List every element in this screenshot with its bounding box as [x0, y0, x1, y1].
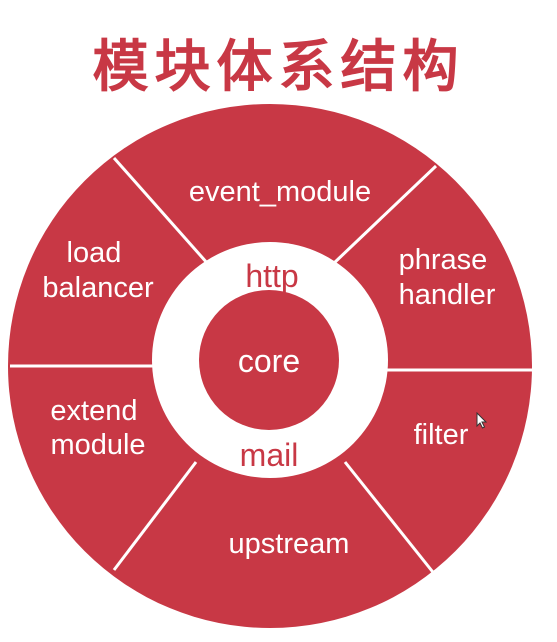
segment-label-line: upstream — [229, 528, 350, 560]
segment-label-line: handler — [399, 279, 496, 311]
segment-label-line: phrase — [399, 244, 488, 276]
inner-label-mail: mail — [240, 437, 299, 473]
segment-event-module: event_module — [189, 176, 371, 208]
inner-label-http: http — [245, 258, 298, 294]
segment-label-line: filter — [414, 419, 469, 451]
slide: 模块体系结构 event_module phrase handler filte… — [0, 0, 557, 642]
segment-label-line: event_module — [189, 176, 371, 208]
segment-upstream: upstream — [229, 528, 350, 560]
module-diagram: event_module phrase handler filter upstr… — [8, 104, 535, 628]
segment-label-line: module — [50, 429, 145, 461]
core-label: core — [238, 343, 300, 379]
mouse-pointer-icon — [476, 412, 488, 429]
segment-filter: filter — [414, 419, 469, 451]
segment-label-line: extend — [50, 395, 137, 427]
segment-label-line: balancer — [42, 272, 154, 304]
segment-label-line: load — [67, 237, 122, 269]
